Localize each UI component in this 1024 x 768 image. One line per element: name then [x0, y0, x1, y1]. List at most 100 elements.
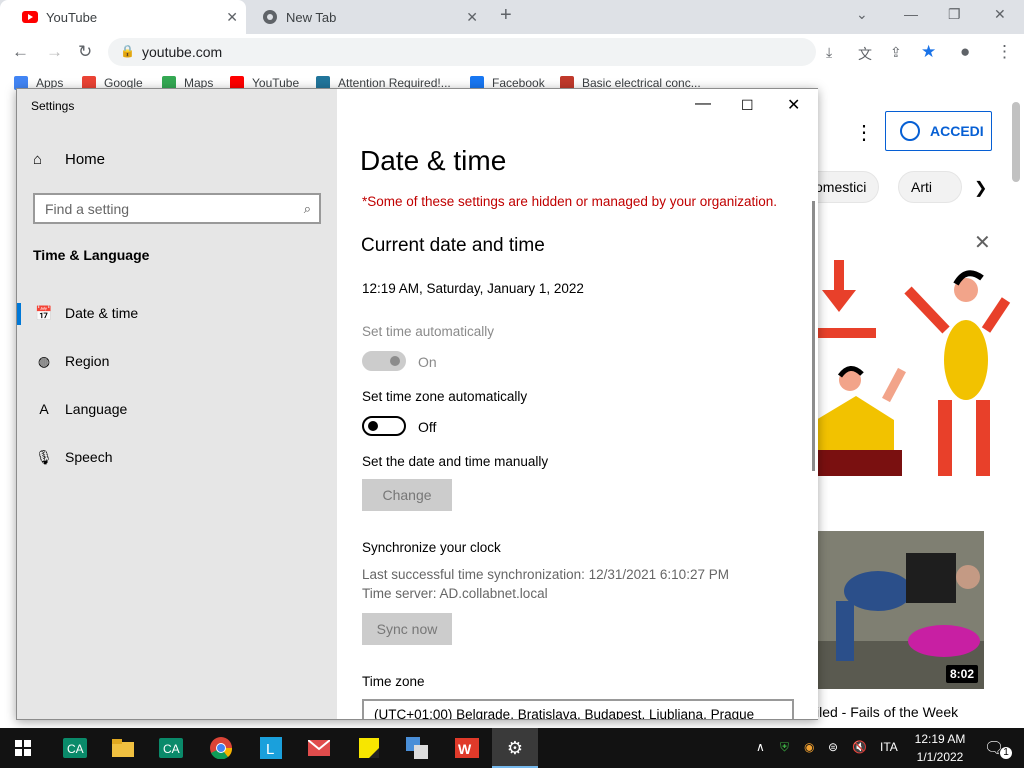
taskbar: CA CA L W ⚙ ∧ ⛨ ◉ ⊜ 🔇 ITA 12:19 AM 1/1/2… [0, 728, 1024, 768]
chrome-icon[interactable] [198, 728, 244, 768]
l-app-icon[interactable]: L [248, 728, 294, 768]
restore-icon[interactable]: ❐ [948, 6, 961, 23]
svg-text:CA: CA [67, 742, 84, 756]
volume-muted-icon[interactable]: 🔇 [852, 740, 867, 754]
toggle-knob [368, 421, 378, 431]
timezone-dropdown[interactable]: (UTC+01:00) Belgrade, Bratislava, Budape… [362, 699, 794, 719]
url-text: youtube.com [142, 44, 223, 60]
show-hidden-icons-icon[interactable]: ∧ [756, 740, 765, 754]
home-icon: ⌂ [33, 151, 43, 168]
new-tab-icon[interactable]: + [500, 4, 512, 27]
nav-item-language[interactable]: A Language [17, 389, 337, 429]
menu-icon[interactable]: ⋮ [996, 42, 1013, 62]
sticky-notes-icon[interactable] [346, 728, 392, 768]
set-tz-auto-toggle[interactable] [362, 416, 406, 436]
sign-in-label: ACCEDI [930, 123, 984, 139]
maximize-icon[interactable]: ☐ [741, 97, 754, 114]
chip[interactable]: omestici [816, 171, 880, 203]
set-tz-auto-label: Set time zone automatically [362, 389, 528, 404]
start-windows-icon[interactable] [0, 728, 46, 768]
nav-item-label: Date & time [65, 305, 139, 321]
close-window-icon[interactable]: ✕ [994, 6, 1006, 23]
settings-sidebar: Settings ⌂ Home Find a setting ⌕ Time & … [17, 89, 337, 719]
svg-text:CA: CA [163, 742, 180, 756]
set-time-auto-state: On [418, 354, 437, 370]
nav-item-region[interactable]: ◍ Region [17, 341, 337, 381]
timezone-value: (UTC+01:00) Belgrade, Bratislava, Budape… [374, 707, 755, 719]
set-time-auto-toggle[interactable] [362, 351, 406, 371]
tab-youtube[interactable]: YouTube ✕ [0, 0, 246, 34]
profile-icon[interactable]: ● [960, 42, 970, 62]
security-icon[interactable]: ⛨ [780, 740, 789, 755]
share-icon[interactable]: ⇪ [890, 44, 902, 61]
nav-item-label: Speech [65, 449, 113, 465]
content-scrollbar[interactable] [812, 201, 815, 471]
file-explorer-icon[interactable] [100, 728, 146, 768]
youtube-icon [22, 9, 38, 25]
manual-label: Set the date and time manually [362, 454, 549, 469]
tab-search-icon[interactable]: ⌄ [856, 6, 868, 23]
minimize-icon[interactable]: — [904, 6, 918, 22]
video-thumbnail[interactable]: 8:02 [816, 531, 984, 689]
video-title[interactable]: iled - Fails of the Week [816, 704, 958, 720]
browser-tab-strip: YouTube ✕ New Tab ✕ + ⌄ — ❐ ✕ [0, 0, 1024, 34]
tab-title: New Tab [286, 9, 337, 25]
chevron-right-icon[interactable]: ❯ [974, 178, 987, 198]
nav-home[interactable]: ⌂ Home [33, 151, 105, 168]
page-scrollbar[interactable] [1012, 102, 1020, 182]
set-time-auto-label: Set time automatically [362, 324, 495, 339]
clock-date: 1/1/2022 [916, 750, 964, 764]
reload-icon[interactable]: ↻ [78, 42, 92, 62]
change-button[interactable]: Change [362, 479, 452, 511]
language-tool-icon[interactable] [394, 728, 440, 768]
install-icon[interactable]: ⤓ [826, 44, 832, 61]
timezone-label: Time zone [362, 674, 425, 689]
credit-agricole-icon[interactable]: CA [52, 728, 98, 768]
vpn-icon[interactable]: ◉ [804, 740, 814, 754]
close-tab-icon[interactable]: ✕ [226, 9, 238, 26]
nav-item-label: Region [65, 353, 110, 369]
system-clock[interactable]: 12:19 AM 1/1/2022 [905, 730, 975, 766]
time-server-text: Time server: AD.collabnet.local [362, 586, 548, 601]
forward-icon[interactable]: → [46, 42, 63, 62]
language-icon: A [39, 401, 49, 417]
nav-home-label: Home [65, 151, 106, 168]
translate-icon[interactable]: 文 [858, 44, 872, 64]
chrome-icon [262, 9, 278, 25]
section-title: Time & Language [33, 247, 150, 263]
search-placeholder: Find a setting [45, 201, 130, 217]
find-setting-input[interactable]: Find a setting ⌕ [33, 193, 321, 224]
tab-title: YouTube [46, 9, 98, 25]
search-icon[interactable]: ⌕ [304, 201, 311, 217]
bookmarks-bar: Apps Google Maps YouTube Attention Requi… [0, 70, 1024, 90]
settings-gear-icon[interactable]: ⚙ [492, 728, 538, 768]
managed-warning: *Some of these settings are hidden or ma… [362, 194, 778, 209]
credit-agricole-icon[interactable]: CA [148, 728, 194, 768]
tab-new-tab[interactable]: New Tab ✕ [240, 0, 486, 34]
nav-item-date-time[interactable]: 📅 Date & time [17, 293, 337, 333]
bookmark-star-icon[interactable]: ★ [921, 42, 936, 62]
nav-item-speech[interactable]: 🎙 Speech [17, 437, 337, 477]
close-tab-icon[interactable]: ✕ [466, 9, 478, 26]
chip[interactable]: Arti [898, 171, 962, 203]
nav-item-label: Language [65, 401, 128, 417]
wps-office-icon[interactable]: W [444, 728, 490, 768]
minimize-icon[interactable]: — [695, 95, 711, 113]
sign-in-button[interactable]: ACCEDI [885, 111, 992, 151]
page-title: Date & time [360, 145, 507, 176]
settings-content: — ☐ ✕ Date & time *Some of these setting… [337, 89, 818, 719]
current-date-heading: Current date and time [361, 235, 545, 256]
address-bar[interactable]: 🔒 youtube.com [108, 38, 816, 66]
sync-now-button[interactable]: Sync now [362, 613, 452, 645]
close-icon[interactable]: ✕ [787, 95, 800, 115]
input-language[interactable]: ITA [880, 740, 898, 754]
mail-icon[interactable] [296, 728, 342, 768]
back-icon[interactable]: ← [12, 42, 29, 62]
network-icon[interactable]: ⊜ [828, 740, 838, 754]
lock-icon: 🔒 [120, 44, 135, 58]
set-tz-auto-state: Off [418, 419, 437, 435]
account-icon [900, 121, 920, 141]
more-options-icon[interactable]: ⋮ [854, 120, 874, 145]
youtube-page: ⋮ ACCEDI omestici Arti ❯ ✕ 8:02 iled - F… [816, 90, 1024, 730]
window-title: Settings [31, 99, 75, 113]
